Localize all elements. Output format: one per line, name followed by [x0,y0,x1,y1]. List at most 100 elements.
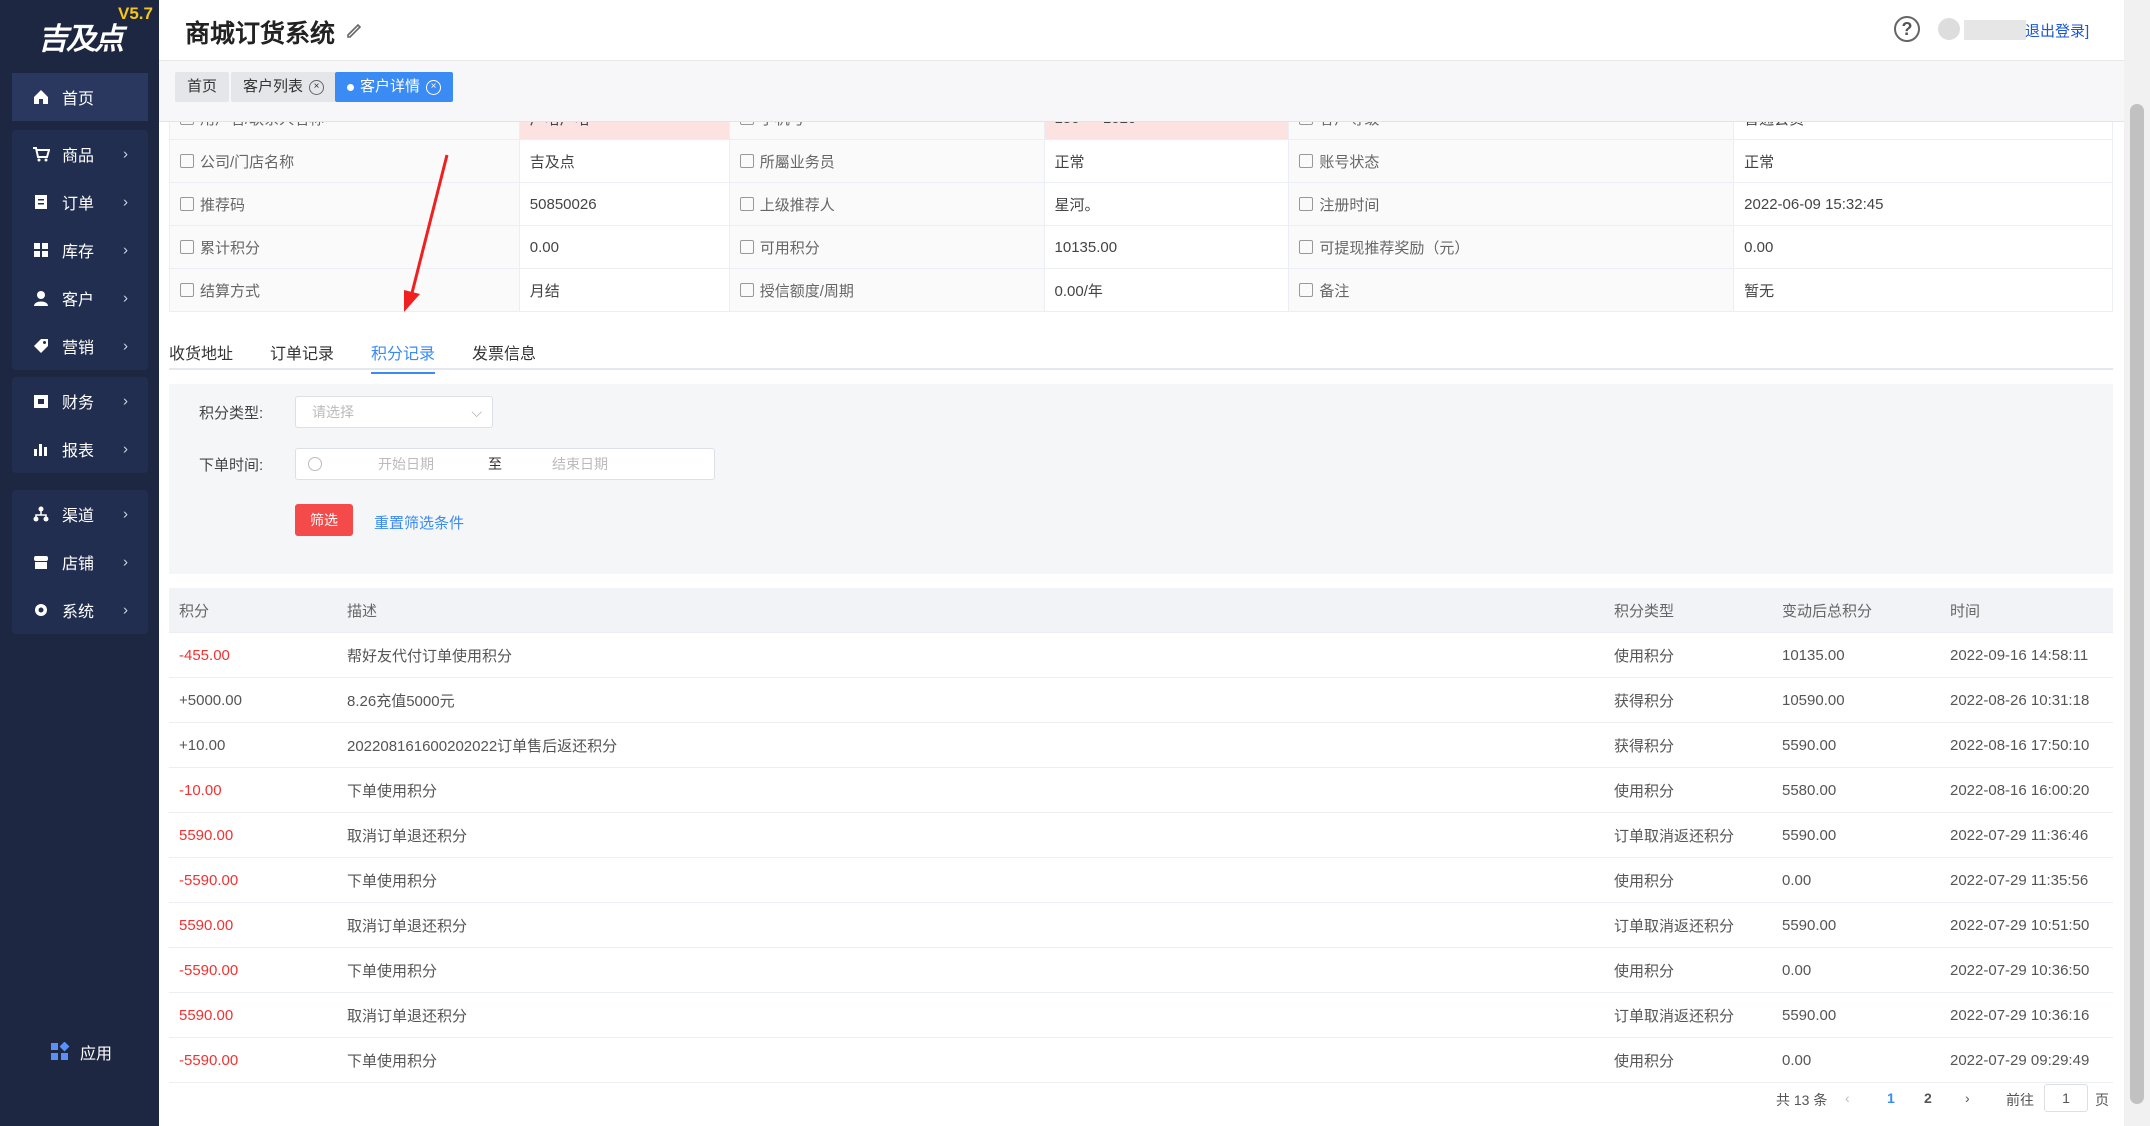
order-icon [35,195,47,209]
tab-customer-list[interactable]: 客户列表 × [231,72,337,102]
help-icon[interactable]: ? [1894,16,1920,42]
cell-total: 0.00 [1772,857,1940,903]
edit-title-icon[interactable] [345,20,365,40]
info-value: 0.00 [518,225,730,269]
table-row: +5000.00 8.26充值5000元 获得积分 10590.00 2022-08-2… [169,677,2113,723]
tag-icon [34,339,48,353]
sidebar-item[interactable]: 报表 › [12,425,148,473]
sidebar-item[interactable]: 库存 › [12,226,148,274]
close-icon[interactable]: × [309,79,325,95]
finance-icon [34,395,48,408]
sidebar-item[interactable]: 客户 › [12,274,148,322]
field-icon [739,153,754,168]
sidebar-item[interactable]: 商品 › [12,130,148,178]
table-header-row: 积分 描述 积分类型 变动后总积分 时间 [169,588,2113,633]
date-range-picker[interactable]: 开始日期 至 结束日期 [295,448,715,480]
points-type-select[interactable]: 请选择 ⌵ [295,396,493,428]
goto-page-input[interactable]: 1 [2044,1084,2088,1112]
col-header-points: 积分 [169,588,337,633]
cell-desc: 8.26充值5000元 [337,677,1604,723]
sidebar-item[interactable]: 系统 › [12,586,148,634]
cell-desc: 下单使用积分 [337,1037,1604,1083]
prev-page-icon[interactable]: ‹ [1845,1090,1850,1106]
subtab-address[interactable]: 收货地址 [169,340,233,372]
filter-button[interactable]: 筛选 [295,504,353,536]
subtab-points[interactable]: 积分记录 [371,340,436,374]
next-page-icon[interactable]: › [1965,1090,1970,1106]
chevron-right-icon: › [123,145,128,163]
field-icon [180,122,194,125]
col-header-time: 时间 [1940,588,2113,633]
sidebar-item[interactable]: 店铺 › [12,538,148,586]
report-icon [34,444,47,456]
info-value: 0.00/年 [1043,268,1290,312]
version-badge: V5.7 [118,4,153,23]
username-masked [1964,20,2026,40]
order-time-label: 下单时间: [199,457,264,474]
info-value: 150****1020 [1043,122,1290,140]
tab-home[interactable]: 首页 [175,72,230,102]
info-value: 广嗒广嗒 [518,122,730,140]
end-date-input[interactable]: 结束日期 [552,449,608,479]
close-icon[interactable]: × [426,79,442,95]
info-value: 吉及点 [518,139,730,183]
cell-points: -5590.00 [169,947,337,993]
subtab-invoice[interactable]: 发票信息 [472,340,536,372]
cell-points: -5590.00 [169,1037,337,1083]
col-header-total: 变动后总积分 [1772,588,1940,633]
cell-type: 订单取消返还积分 [1604,812,1772,858]
sidebar-group: 渠道 › 店铺 › 系统 › [12,490,148,634]
info-row: 累计积分 0.00 可用积分 10135.00 可提现推荐奖励（元） 0.00 [169,225,2113,269]
points-type-label: 积分类型: [199,405,264,422]
detail-sub-tabs: 收货地址 订单记录 积分记录 发票信息 [169,332,2113,374]
cell-type: 使用积分 [1604,767,1772,813]
apps-entry[interactable]: 应用 [50,1040,112,1064]
info-label: 注册时间 [1288,182,1735,226]
field-icon [1299,282,1314,297]
sidebar-item[interactable]: 营销 › [12,322,148,370]
field-icon [739,239,754,254]
info-value: 2022-06-09 15:32:45 [1733,182,2113,226]
info-label: 结算方式 [169,268,520,312]
info-label: 可用积分 [728,225,1045,269]
field-icon [1299,122,1314,125]
cell-desc: 帮好友代付订单使用积分 [337,632,1604,678]
logout-link[interactable]: 退出登录] [2025,20,2089,41]
cell-total: 5590.00 [1772,992,1940,1038]
cell-desc: 取消订单退还积分 [337,902,1604,948]
cell-points: 5590.00 [169,812,337,858]
cell-points: +5000.00 [169,677,337,723]
sidebar-item[interactable]: 财务 › [12,377,148,425]
avatar[interactable] [1938,18,1960,40]
cell-total: 5590.00 [1772,722,1940,768]
page-1[interactable]: 1 [1887,1090,1895,1106]
chevron-right-icon: › [123,337,128,355]
info-row: 用户名/联系人名称广嗒广嗒手机号150****1020客户等级普通会员 [169,122,2113,140]
top-header: 商城订货系统 ? 退出登录] [159,0,2124,61]
sidebar-item[interactable]: 订单 › [12,178,148,226]
tab-customer-detail[interactable]: 客户详情 × [335,72,454,102]
info-label: 手机号 [728,122,1045,140]
start-date-input[interactable]: 开始日期 [378,449,434,479]
logo-text: 吉及点 [38,22,124,57]
info-label: 上级推荐人 [728,182,1045,226]
cell-points: 5590.00 [169,992,337,1038]
page-scrollbar[interactable] [2124,0,2150,1126]
scrollbar-thumb[interactable] [2130,104,2144,1104]
info-label: 推荐码 [169,182,520,226]
cell-time: 2022-07-29 10:36:16 [1940,992,2113,1038]
cell-type: 使用积分 [1604,857,1772,903]
page-2[interactable]: 2 [1924,1090,1932,1106]
chevron-right-icon: › [123,392,128,410]
range-separator: 至 [488,456,502,472]
points-record-table: 积分 描述 积分类型 变动后总积分 时间 -455.00 帮好友代付订单使用积分使… [169,588,2113,1083]
field-icon [180,239,194,254]
logo[interactable]: 吉及点 V5.7 [0,0,159,60]
reset-filter-link[interactable]: 重置筛选条件 [374,512,464,533]
inventory-icon [34,243,48,257]
cart-icon [33,147,50,162]
sidebar-item[interactable]: 渠道 › [12,490,148,538]
sidebar-item[interactable]: 首页 [12,73,148,121]
col-header-type: 积分类型 [1604,588,1772,633]
subtab-orders[interactable]: 订单记录 [270,340,334,372]
